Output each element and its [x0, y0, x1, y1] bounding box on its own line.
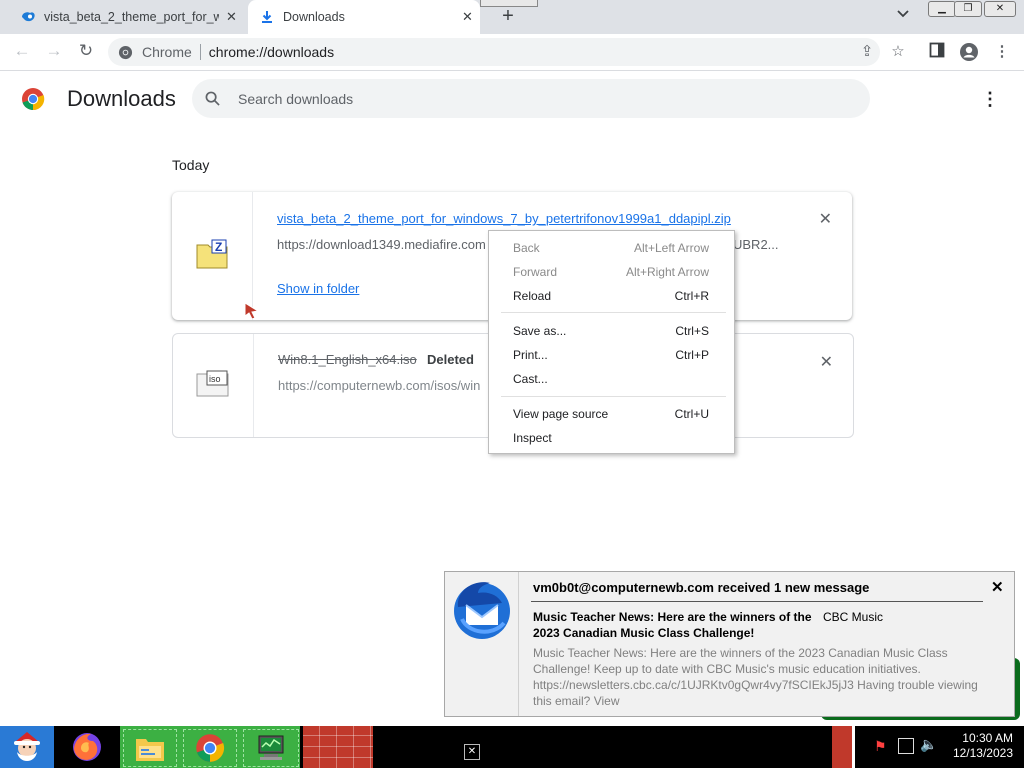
menu-divider: [501, 312, 726, 313]
context-menu: Back Alt+Left Arrow Forward Alt+Right Ar…: [488, 230, 735, 454]
menu-item-reload[interactable]: Reload Ctrl+R: [513, 286, 709, 306]
menu-item-print[interactable]: Print... Ctrl+P: [513, 345, 709, 365]
taskbar-system-monitor[interactable]: [243, 729, 299, 767]
menu-item-view-source[interactable]: View page source Ctrl+U: [513, 404, 709, 424]
svg-text:iso: iso: [209, 374, 221, 384]
side-panel-icon[interactable]: [927, 42, 947, 62]
svg-text:Z: Z: [215, 240, 222, 254]
mouse-cursor-icon: [244, 302, 260, 320]
mail-preview: Music Teacher News: Here are the winners…: [533, 646, 978, 708]
page-title: Downloads: [67, 86, 176, 111]
menu-item-back[interactable]: Back Alt+Left Arrow: [513, 238, 709, 258]
taskbar-firefox[interactable]: [64, 726, 112, 768]
more-actions-icon[interactable]: ⋮: [980, 88, 1000, 110]
menu-item-forward[interactable]: Forward Alt+Right Arrow: [513, 262, 709, 282]
taskbar-pinned-app[interactable]: [303, 726, 373, 768]
tab-downloads[interactable]: Downloads ✕: [248, 0, 480, 34]
remove-item-icon[interactable]: ✕: [819, 209, 832, 229]
taskbar-file-manager[interactable]: [123, 729, 177, 767]
profile-avatar-icon[interactable]: [959, 42, 979, 62]
close-notification-icon[interactable]: ✕: [991, 578, 1004, 596]
reload-icon[interactable]: ↻: [75, 40, 97, 62]
mail-sender: CBC Music: [823, 610, 884, 624]
site-chip: Chrome: [142, 44, 192, 60]
start-button[interactable]: [0, 726, 54, 768]
mail-subject: Music Teacher News: Here are the winners…: [533, 610, 812, 624]
mail-subject-cont: 2023 Canadian Music Class Challenge!: [533, 626, 755, 640]
search-icon: [205, 91, 220, 106]
minimize-button[interactable]: ▁: [928, 1, 956, 17]
thunderbird-icon: [454, 582, 510, 639]
kebab-menu-icon[interactable]: ⋮: [992, 42, 1012, 62]
divider: [531, 601, 983, 602]
chrome-icon: [196, 734, 225, 762]
search-downloads-input[interactable]: [236, 89, 840, 108]
start-icon: [14, 732, 40, 761]
volume-icon[interactable]: 🔈: [920, 736, 937, 753]
download-filename: Win8.1_English_x64.iso: [278, 352, 417, 367]
download-url[interactable]: https://download1349.mediafire.com: [277, 237, 486, 252]
tab-mediafire[interactable]: vista_beta_2_theme_port_for_win ✕: [8, 0, 244, 34]
firefox-icon: [73, 733, 101, 761]
download-status: Deleted: [427, 352, 474, 367]
close-window-button[interactable]: ✕: [984, 1, 1016, 17]
close-tab-icon[interactable]: ✕: [462, 9, 473, 25]
download-filename-link[interactable]: vista_beta_2_theme_port_for_windows_7_by…: [277, 211, 731, 226]
date-section-label: Today: [172, 157, 210, 173]
download-icon: [262, 11, 272, 23]
notification-header: vm0b0t@computernewb.com received 1 new m…: [533, 580, 870, 595]
chrome-logo-icon: [22, 88, 45, 111]
window-drag-handle: [480, 0, 538, 7]
mail-notification[interactable]: vm0b0t@computernewb.com received 1 new m…: [444, 571, 1015, 717]
tab-title: vista_beta_2_theme_port_for_win: [44, 10, 219, 24]
back-arrow-icon[interactable]: ←: [11, 40, 33, 62]
tab-title: Downloads: [283, 10, 345, 24]
file-manager-icon: [136, 739, 164, 761]
zip-file-icon: Z: [196, 239, 228, 269]
taskbar-chrome[interactable]: [183, 729, 237, 767]
remove-item-icon[interactable]: ✕: [820, 352, 833, 372]
network-icon[interactable]: [898, 738, 914, 754]
system-clock[interactable]: 10:30 AM 12/13/2023: [943, 731, 1013, 761]
forward-arrow-icon[interactable]: →: [43, 40, 65, 62]
chrome-small-icon: [118, 45, 133, 60]
menu-item-cast[interactable]: Cast...: [513, 369, 709, 389]
divider: [199, 44, 201, 60]
menu-divider: [501, 396, 726, 397]
menu-item-inspect[interactable]: Inspect: [513, 428, 709, 448]
show-in-folder-link[interactable]: Show in folder: [277, 281, 359, 296]
warning-flag-icon[interactable]: ⚑: [874, 738, 888, 754]
system-monitor-icon: [258, 735, 284, 760]
bookmark-star-icon[interactable]: ☆: [888, 42, 908, 62]
mediafire-icon: [22, 12, 35, 22]
chevron-down-icon[interactable]: [896, 8, 916, 26]
show-desktop-strip[interactable]: [832, 726, 855, 768]
restore-button[interactable]: ❐: [954, 1, 982, 17]
close-tab-icon[interactable]: ✕: [226, 9, 237, 25]
download-url-tail: UBR2...: [733, 237, 779, 252]
taskbar-app-group: [120, 726, 300, 768]
search-bar[interactable]: [192, 79, 870, 118]
menu-item-save-as[interactable]: Save as... Ctrl+S: [513, 321, 709, 341]
share-icon[interactable]: ⇪: [857, 42, 877, 62]
new-tab-button[interactable]: +: [497, 6, 519, 28]
url-text: chrome://downloads: [208, 44, 335, 60]
address-bar[interactable]: Chrome chrome://downloads: [108, 38, 880, 66]
close-icon[interactable]: ✕: [464, 744, 480, 760]
iso-file-icon: iso: [196, 370, 229, 397]
download-url[interactable]: https://computernewb.com/isos/win: [278, 378, 480, 393]
